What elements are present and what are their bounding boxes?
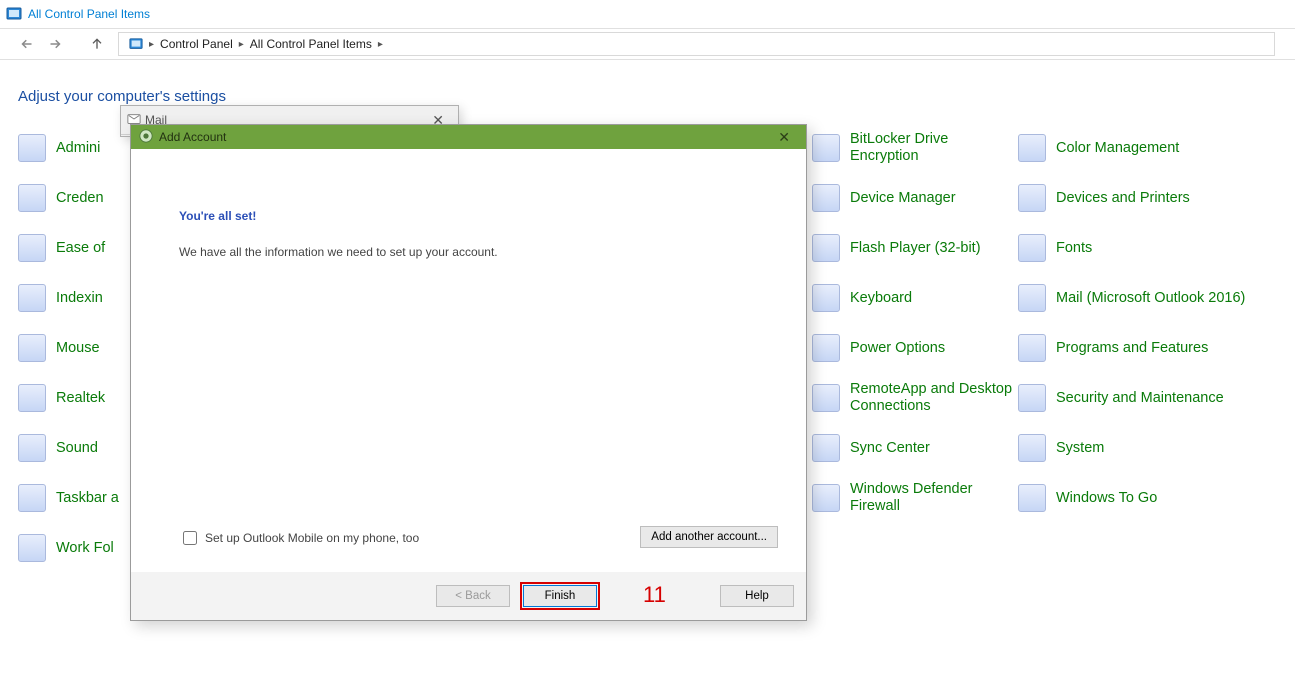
cp-item-label: System	[1056, 440, 1104, 457]
help-button[interactable]: Help	[720, 585, 794, 607]
cp-item-label: Power Options	[850, 340, 945, 357]
cp-item-label: RemoteApp and Desktop Connections	[850, 381, 1012, 414]
add-account-dialog: Add Account ✕ You're all set! We have al…	[130, 124, 807, 621]
finish-highlight: Finish	[520, 582, 600, 610]
color-management-icon	[1018, 134, 1046, 162]
finish-button[interactable]: Finish	[523, 585, 597, 607]
cp-item-programs-and-features[interactable]: Programs and Features	[1018, 323, 1278, 373]
flash-player-icon	[812, 234, 840, 262]
control-panel-icon	[6, 6, 22, 22]
work-folders-icon	[18, 534, 46, 562]
cp-item-keyboard[interactable]: Keyboard	[812, 273, 1012, 323]
cp-item-label: Ease of	[56, 240, 105, 257]
cp-item-label: Windows Defender Firewall	[850, 481, 1012, 514]
sync-center-icon	[812, 434, 840, 462]
cp-item-fonts[interactable]: Fonts	[1018, 223, 1278, 273]
windows-to-go-icon	[1018, 484, 1046, 512]
back-button[interactable]	[16, 33, 38, 55]
indexing-options-icon	[18, 284, 46, 312]
dialog-footer: < Back Finish Help 11	[131, 572, 806, 620]
cp-item-flash-player[interactable]: Flash Player (32-bit)	[812, 223, 1012, 273]
keyboard-icon	[812, 284, 840, 312]
cp-item-label: Mail (Microsoft Outlook 2016)	[1056, 290, 1245, 307]
cp-item-mail-outlook-2016[interactable]: Mail (Microsoft Outlook 2016)	[1018, 273, 1278, 323]
taskbar-and-navigation-icon	[18, 484, 46, 512]
cp-item-label: Mouse	[56, 340, 100, 357]
windows-defender-firewall-icon	[812, 484, 840, 512]
window-titlebar: All Control Panel Items	[0, 0, 1295, 29]
devices-and-printers-icon	[1018, 184, 1046, 212]
cp-item-label: Security and Maintenance	[1056, 390, 1224, 407]
bitlocker-icon	[812, 134, 840, 162]
sound-icon	[18, 434, 46, 462]
cp-item-label: Indexin	[56, 290, 103, 307]
navigation-bar: ▸ Control Panel ▸ All Control Panel Item…	[0, 29, 1295, 60]
annotation-number: 11	[643, 582, 666, 608]
fonts-icon	[1018, 234, 1046, 262]
cp-item-power-options[interactable]: Power Options	[812, 323, 1012, 373]
cp-item-color-management[interactable]: Color Management	[1018, 123, 1278, 173]
mail-outlook-2016-icon	[1018, 284, 1046, 312]
breadcrumb-segment-1[interactable]: Control Panel	[154, 37, 239, 51]
remoteapp-icon	[812, 384, 840, 412]
device-manager-icon	[812, 184, 840, 212]
credential-manager-icon	[18, 184, 46, 212]
realtek-audio-icon	[18, 384, 46, 412]
cp-item-label: Work Fol	[56, 540, 114, 557]
cp-item-label: Admini	[56, 140, 100, 157]
cp-item-security-and-maintenance[interactable]: Security and Maintenance	[1018, 373, 1278, 423]
cp-item-label: Creden	[56, 190, 104, 207]
dialog-icon	[139, 129, 153, 146]
add-another-account-button[interactable]: Add another account...	[640, 526, 778, 548]
cp-item-label: Devices and Printers	[1056, 190, 1190, 207]
cp-item-sync-center[interactable]: Sync Center	[812, 423, 1012, 473]
cp-item-label: Fonts	[1056, 240, 1092, 257]
cp-item-label: Sound	[56, 440, 98, 457]
cp-item-label: Color Management	[1056, 140, 1179, 157]
mouse-icon	[18, 334, 46, 362]
cp-item-label: Windows To Go	[1056, 490, 1157, 507]
address-bar[interactable]: ▸ Control Panel ▸ All Control Panel Item…	[118, 32, 1275, 56]
forward-button[interactable]	[44, 33, 66, 55]
cp-item-system[interactable]: System	[1018, 423, 1278, 473]
cp-item-label: Flash Player (32-bit)	[850, 240, 981, 257]
up-button[interactable]	[86, 33, 108, 55]
cp-item-label: Realtek	[56, 390, 105, 407]
window-title: All Control Panel Items	[28, 7, 150, 21]
chevron-right-icon: ▸	[378, 39, 383, 50]
cp-item-label: Programs and Features	[1056, 340, 1208, 357]
system-icon	[1018, 434, 1046, 462]
cp-item-windows-defender-firewall[interactable]: Windows Defender Firewall	[812, 473, 1012, 523]
security-and-maintenance-icon	[1018, 384, 1046, 412]
outlook-mobile-checkbox-label: Set up Outlook Mobile on my phone, too	[205, 531, 419, 545]
back-button-dialog: < Back	[436, 585, 510, 607]
cp-item-label: BitLocker Drive Encryption	[850, 131, 1012, 164]
administrative-tools-icon	[18, 134, 46, 162]
cp-item-remoteapp[interactable]: RemoteApp and Desktop Connections	[812, 373, 1012, 423]
dialog-headline: You're all set!	[179, 209, 758, 223]
dialog-title: Add Account	[159, 130, 226, 144]
cp-item-label: Sync Center	[850, 440, 930, 457]
cp-item-label: Taskbar a	[56, 490, 119, 507]
programs-and-features-icon	[1018, 334, 1046, 362]
cp-item-label: Device Manager	[850, 190, 956, 207]
cp-item-bitlocker[interactable]: BitLocker Drive Encryption	[812, 123, 1012, 173]
dialog-close-button[interactable]: ✕	[770, 129, 798, 146]
outlook-mobile-checkbox-row[interactable]: Set up Outlook Mobile on my phone, too	[179, 528, 419, 548]
dialog-titlebar: Add Account ✕	[131, 125, 806, 149]
dialog-subtext: We have all the information we need to s…	[179, 245, 758, 259]
outlook-mobile-checkbox[interactable]	[183, 531, 197, 545]
cp-item-device-manager[interactable]: Device Manager	[812, 173, 1012, 223]
cp-item-label: Keyboard	[850, 290, 912, 307]
power-options-icon	[812, 334, 840, 362]
cp-item-devices-and-printers[interactable]: Devices and Printers	[1018, 173, 1278, 223]
breadcrumb-segment-2[interactable]: All Control Panel Items	[244, 37, 378, 51]
ease-of-access-icon	[18, 234, 46, 262]
cp-item-windows-to-go[interactable]: Windows To Go	[1018, 473, 1278, 523]
breadcrumb-icon	[123, 37, 149, 51]
